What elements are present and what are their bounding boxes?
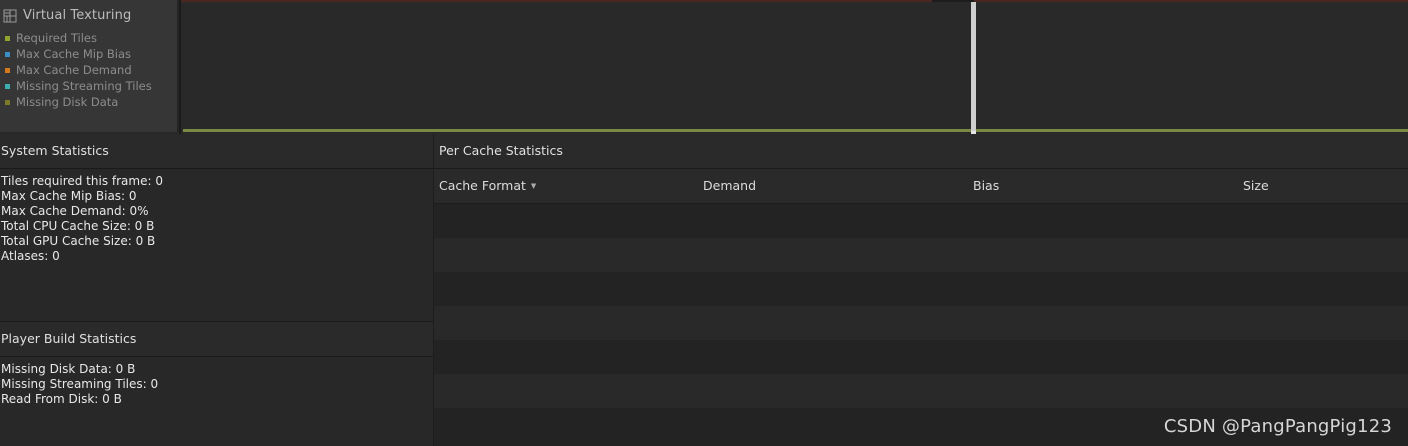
legend-label: Max Cache Demand xyxy=(16,63,132,77)
legend-list: Required Tiles Max Cache Mip Bias Max Ca… xyxy=(4,30,152,110)
stat-total-gpu-cache-size: Total GPU Cache Size: 0 B xyxy=(1,234,156,248)
legend-label: Max Cache Mip Bias xyxy=(16,47,132,61)
profiler-chart[interactable] xyxy=(179,0,1408,134)
chart-top-border xyxy=(181,0,1408,2)
system-statistics-list: Tiles required this frame: 0 Max Cache M… xyxy=(1,174,163,264)
empty-table-row xyxy=(434,204,1408,238)
legend-swatch xyxy=(5,83,10,89)
column-label: Cache Format xyxy=(439,178,526,193)
legend-item-missing-disk-data[interactable]: Missing Disk Data xyxy=(4,94,152,110)
legend-swatch xyxy=(5,35,10,41)
player-build-statistics-header: Player Build Statistics xyxy=(0,321,433,357)
legend-item-max-cache-demand[interactable]: Max Cache Demand xyxy=(4,62,152,78)
stat-total-cpu-cache-size: Total CPU Cache Size: 0 B xyxy=(1,219,155,233)
stat-max-cache-demand: Max Cache Demand: 0% xyxy=(1,204,149,218)
per-cache-panel: Per Cache Statistics Cache Format ▼ Deman… xyxy=(433,134,1408,446)
per-cache-statistics-header: Per Cache Statistics xyxy=(434,134,1408,169)
stat-atlases: Atlases: 0 xyxy=(1,249,60,263)
stat-max-cache-mip-bias: Max Cache Mip Bias: 0 xyxy=(1,189,137,203)
legend-label: Missing Streaming Tiles xyxy=(16,79,152,93)
module-panel[interactable]: Virtual Texturing Required Tiles Max Cac… xyxy=(0,0,178,132)
stat-missing-disk-data: Missing Disk Data: 0 B xyxy=(1,362,136,376)
module-title: Virtual Texturing xyxy=(23,7,132,23)
legend-item-max-cache-mip-bias[interactable]: Max Cache Mip Bias xyxy=(4,46,152,62)
chart-top-border-gap xyxy=(932,0,974,2)
player-build-statistics-list: Missing Disk Data: 0 B Missing Streaming… xyxy=(1,362,158,407)
empty-table-row xyxy=(434,272,1408,306)
empty-table-row xyxy=(434,238,1408,272)
system-statistics-header: System Statistics xyxy=(0,134,433,169)
column-header-demand[interactable]: Demand xyxy=(703,169,756,203)
legend-label: Missing Disk Data xyxy=(16,95,119,109)
empty-table-row xyxy=(434,374,1408,408)
empty-table-row xyxy=(434,306,1408,340)
required-tiles-series-line xyxy=(183,129,1408,132)
legend-swatch xyxy=(5,67,10,73)
module-header: Virtual Texturing xyxy=(3,6,131,24)
empty-table-row xyxy=(434,340,1408,374)
grid-icon xyxy=(3,8,17,23)
cache-table-header: Cache Format ▼ Demand Bias Size xyxy=(434,169,1408,204)
watermark: CSDN @PangPangPig123 xyxy=(1163,416,1392,437)
column-header-cache-format[interactable]: Cache Format ▼ xyxy=(439,169,536,203)
sort-descending-icon[interactable]: ▼ xyxy=(531,182,536,190)
stat-missing-streaming-tiles: Missing Streaming Tiles: 0 xyxy=(1,377,159,391)
legend-swatch xyxy=(5,51,10,57)
frame-selection-marker[interactable] xyxy=(971,2,976,132)
cache-table-body xyxy=(434,204,1408,446)
column-header-size[interactable]: Size xyxy=(1243,169,1269,203)
stat-read-from-disk: Read From Disk: 0 B xyxy=(1,392,122,406)
legend-item-required-tiles[interactable]: Required Tiles xyxy=(4,30,152,46)
stat-tiles-required: Tiles required this frame: 0 xyxy=(1,174,163,188)
legend-item-missing-streaming-tiles[interactable]: Missing Streaming Tiles xyxy=(4,78,152,94)
statistics-column: System Statistics Tiles required this fr… xyxy=(0,134,433,446)
legend-swatch xyxy=(5,99,10,105)
column-header-bias[interactable]: Bias xyxy=(973,169,999,203)
virtual-texturing-profiler: Virtual Texturing Required Tiles Max Cac… xyxy=(0,0,1408,446)
legend-label: Required Tiles xyxy=(16,31,97,45)
